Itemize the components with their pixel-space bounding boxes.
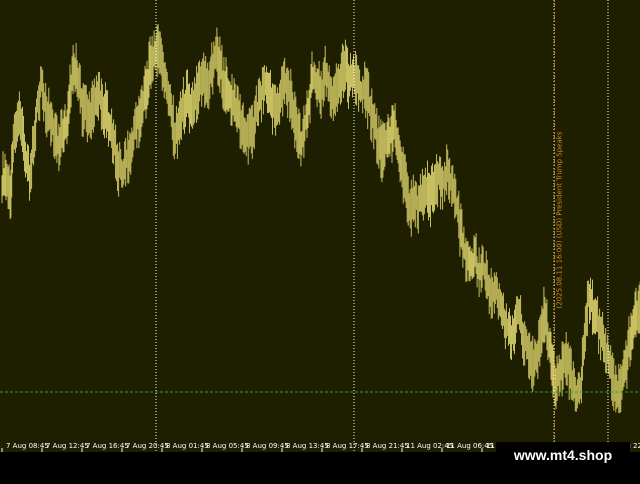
price-chart[interactable]: (2025.08.11 16:00) (USD) President Trump…	[0, 0, 640, 480]
watermark: www.mt4.shop	[496, 442, 630, 468]
chart-canvas[interactable]: (2025.08.11 16:00) (USD) President Trump…	[0, 0, 640, 480]
news-event-label: (2025.08.11 16:00) (USD) President Trump…	[555, 131, 563, 308]
plot-background	[0, 0, 640, 452]
